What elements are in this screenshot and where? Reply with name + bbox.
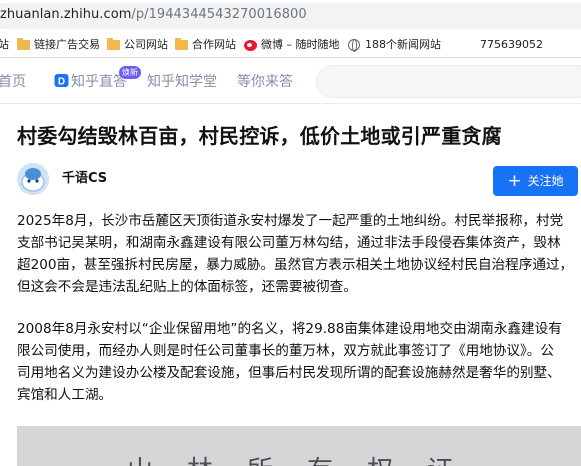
paragraph-line: 司用地名义为建设办公楼及配套设施，但事后村民发现所谓的配套设施赫然是奢华的别墅、 <box>17 365 561 381</box>
bookmark-item[interactable]: 合作网站 <box>175 37 236 53</box>
svg-text:D: D <box>58 77 65 88</box>
nav-xuetang[interactable]: 知乎知学堂 <box>147 72 217 92</box>
zhida-logo-icon: D <box>54 74 69 88</box>
bookmark-label: 公司网站 <box>124 38 168 51</box>
folder-icon <box>175 38 188 50</box>
url-path: /p/1944344543270016800 <box>131 7 307 22</box>
globe-icon <box>348 39 360 52</box>
avatar[interactable] <box>17 163 49 195</box>
paragraph-line: 超200亩，甚至强拆村民房屋，暴力威胁。虽然官方表示相关土地协议经村民自治程序通… <box>17 257 574 273</box>
image-caption-text: 山林所有权证 <box>127 450 487 466</box>
paragraph-line: 2008年8月永安村以“企业保留用地”的名义，将29.88亩集体建设用地交由湖南… <box>17 321 562 337</box>
bookmarks-bar: 站 链接广告交易 公司网站 合作网站 微博 – 随时随地 188个新闻网站 77… <box>0 32 581 58</box>
url-host: zhuanlan.zhihu.com <box>0 7 132 22</box>
folder-icon <box>17 38 30 50</box>
article-paragraph-2: 2008年8月永安村以“企业保留用地”的名义，将29.88亩集体建设用地交由湖南… <box>17 318 581 406</box>
bookmark-label: 微博 – 随时随地 <box>261 38 340 51</box>
bookmark-label: 合作网站 <box>192 38 236 51</box>
bookmark-item[interactable]: 站 <box>0 37 9 53</box>
paragraph-line: 限公司使用，而经办人则是时任公司董事长的董万林，双方就此事签订了《用地协议》。公 <box>17 343 554 359</box>
weibo-icon <box>244 39 257 51</box>
bookmark-item[interactable]: 188个新闻网站 <box>348 37 441 53</box>
bookmark-item[interactable]: 公司网站 <box>107 37 168 53</box>
url-text[interactable]: zhuanlan.zhihu.com/p/1944344543270016800 <box>0 7 307 23</box>
folder-icon <box>107 38 120 50</box>
new-badge: 焕新 <box>119 66 141 79</box>
paragraph-line: 2025年8月，长沙市岳麓区天顶街道永安村爆发了一起严重的土地纠纷。村民举报称，… <box>17 213 564 229</box>
paragraph-line: 宾馆和人工湖。 <box>17 387 113 403</box>
paragraph-line: 支部书记吴某明，和湖南永鑫建设有限公司董万林勾结，通过非法手段侵吞集体资产，毁林 <box>17 235 561 251</box>
bookmark-label: 188个新闻网站 <box>365 38 441 51</box>
follow-button[interactable]: + 关注她 <box>493 166 578 196</box>
author-name[interactable]: 千语CS <box>62 170 107 188</box>
paragraph-line: 但这会不会是违法乱纪贴上的体面标签，还需要被彻查。 <box>17 279 357 295</box>
article-title: 村委勾结毁林百亩，村民控诉，低价土地或引严重贪腐 <box>17 124 502 148</box>
article-paragraph-1: 2025年8月，长沙市岳麓区天顶街道永安村爆发了一起严重的土地纠纷。村民举报称，… <box>17 210 581 298</box>
bookmark-item[interactable]: 775639052 <box>480 37 543 53</box>
site-nav: 首页 D 知乎直答 焕新 知乎知学堂 等你来答 <box>0 59 581 104</box>
search-input[interactable] <box>316 65 581 98</box>
bookmark-label: 站 <box>0 38 9 51</box>
address-bar[interactable]: zhuanlan.zhihu.com/p/1944344543270016800 <box>0 0 581 32</box>
nav-home[interactable]: 首页 <box>0 72 26 92</box>
follow-label: 关注她 <box>527 174 564 188</box>
nav-waiting-answer[interactable]: 等你来答 <box>237 72 293 92</box>
bookmark-item[interactable]: 链接广告交易 <box>17 37 100 53</box>
bookmark-label: 链接广告交易 <box>34 38 100 51</box>
bookmark-item[interactable]: 微博 – 随时随地 <box>244 37 340 53</box>
plus-icon: + <box>507 171 522 191</box>
avatar-image <box>17 163 49 195</box>
article-image: 山林所有权证 <box>17 426 581 466</box>
bookmark-label: 775639052 <box>480 38 543 51</box>
